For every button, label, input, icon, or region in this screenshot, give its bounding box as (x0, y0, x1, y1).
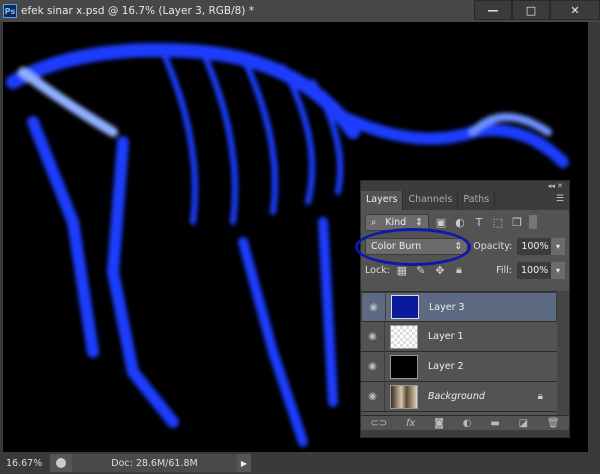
updown-icon: ⇕ (454, 240, 463, 252)
layer-row-layer-1[interactable]: ◉ Layer 1 (361, 322, 557, 352)
panel-menu-icon[interactable]: ☰ (556, 194, 564, 204)
visibility-eye-icon[interactable]: ◉ (361, 382, 385, 411)
zoom-level[interactable]: 16.67% (0, 458, 50, 469)
fill-dropdown-icon[interactable]: ▾ (551, 261, 565, 279)
opacity-dropdown-icon[interactable]: ▾ (551, 237, 565, 255)
layers-scrollbar[interactable] (557, 291, 569, 415)
lock-transparent-icon[interactable]: ▦ (395, 263, 409, 277)
layer-row-layer-3[interactable]: ◉ Layer 3 (361, 292, 557, 322)
visibility-eye-icon[interactable]: ◉ (361, 322, 385, 351)
status-bar: 16.67% Doc: 28.6M/61.8M ▶ (0, 452, 600, 474)
layer-thumbnail (390, 354, 418, 379)
layer-thumbnail (390, 384, 418, 409)
link-layers-icon[interactable]: ⊂⊃ (370, 418, 387, 429)
filter-kind-select[interactable]: ⌕ Kind ⇕ (365, 213, 429, 231)
document-title: efek sinar x.psd @ 16.7% (Layer 3, RGB/8… (21, 5, 254, 17)
fx-icon[interactable]: fx (406, 418, 415, 429)
fill-input[interactable]: 100% (517, 261, 551, 279)
tab-channels[interactable]: Channels (403, 191, 459, 210)
lock-brush-icon[interactable]: ✎ (414, 263, 428, 277)
opacity-label: Opacity: (473, 240, 513, 252)
image-filter-icon[interactable]: ▣ (434, 215, 448, 229)
close-button[interactable]: ✕ (550, 0, 600, 20)
smart-object-filter-icon[interactable]: ❐ (510, 215, 524, 229)
panel-collapse-close[interactable]: ◂◂ ✕ (361, 181, 569, 191)
filter-toggle[interactable] (529, 215, 537, 229)
maximize-button[interactable]: □ (512, 0, 550, 20)
doc-size: Doc: 28.6M/61.8M (72, 454, 237, 472)
title-bar: Ps efek sinar x.psd @ 16.7% (Layer 3, RG… (0, 0, 600, 22)
blend-mode-select[interactable]: Color Burn ⇕ (365, 237, 469, 255)
photoshop-logo-icon: Ps (3, 4, 17, 18)
layer-row-layer-2[interactable]: ◉ Layer 2 (361, 352, 557, 382)
lock-icon: 🔒︎ (537, 391, 543, 402)
fill-label: Fill: (496, 264, 512, 276)
lock-position-icon[interactable]: ✥ (433, 263, 447, 277)
visibility-eye-icon[interactable]: ◉ (361, 352, 385, 381)
shape-filter-icon[interactable]: ⬚ (491, 215, 505, 229)
tab-paths[interactable]: Paths (458, 191, 496, 210)
search-icon: ⌕ (371, 216, 377, 228)
minimize-button[interactable]: — (474, 0, 512, 20)
delete-layer-icon[interactable]: 🗑︎ (547, 418, 560, 429)
updown-icon: ⇕ (415, 216, 423, 228)
tab-layers[interactable]: Layers (361, 191, 404, 210)
lock-label: Lock: (365, 264, 390, 276)
new-group-icon[interactable]: ▬ (490, 418, 499, 429)
adjustment-layer-icon[interactable]: ◐ (463, 418, 472, 429)
adjustment-filter-icon[interactable]: ◐ (453, 215, 467, 229)
layers-panel: ◂◂ ✕ Layers Channels Paths ☰ ⌕ Kind ⇕ ▣ … (360, 180, 570, 438)
layer-row-background[interactable]: ◉ Background 🔒︎ (361, 382, 557, 412)
lock-all-icon[interactable]: 🔒︎ (452, 263, 466, 277)
layer-thumbnail (390, 324, 418, 349)
share-icon[interactable] (50, 454, 72, 472)
add-mask-icon[interactable]: ◙ (434, 418, 444, 429)
layer-thumbnail (391, 295, 419, 319)
visibility-eye-icon[interactable]: ◉ (362, 293, 386, 321)
status-menu-arrow-icon[interactable]: ▶ (237, 454, 251, 472)
vertical-scrollbar[interactable] (588, 22, 600, 452)
opacity-input[interactable]: 100% (517, 237, 552, 255)
type-filter-icon[interactable]: T (472, 215, 486, 229)
panel-resize-grip[interactable] (361, 430, 569, 437)
new-layer-icon[interactable]: ◪ (519, 418, 528, 429)
